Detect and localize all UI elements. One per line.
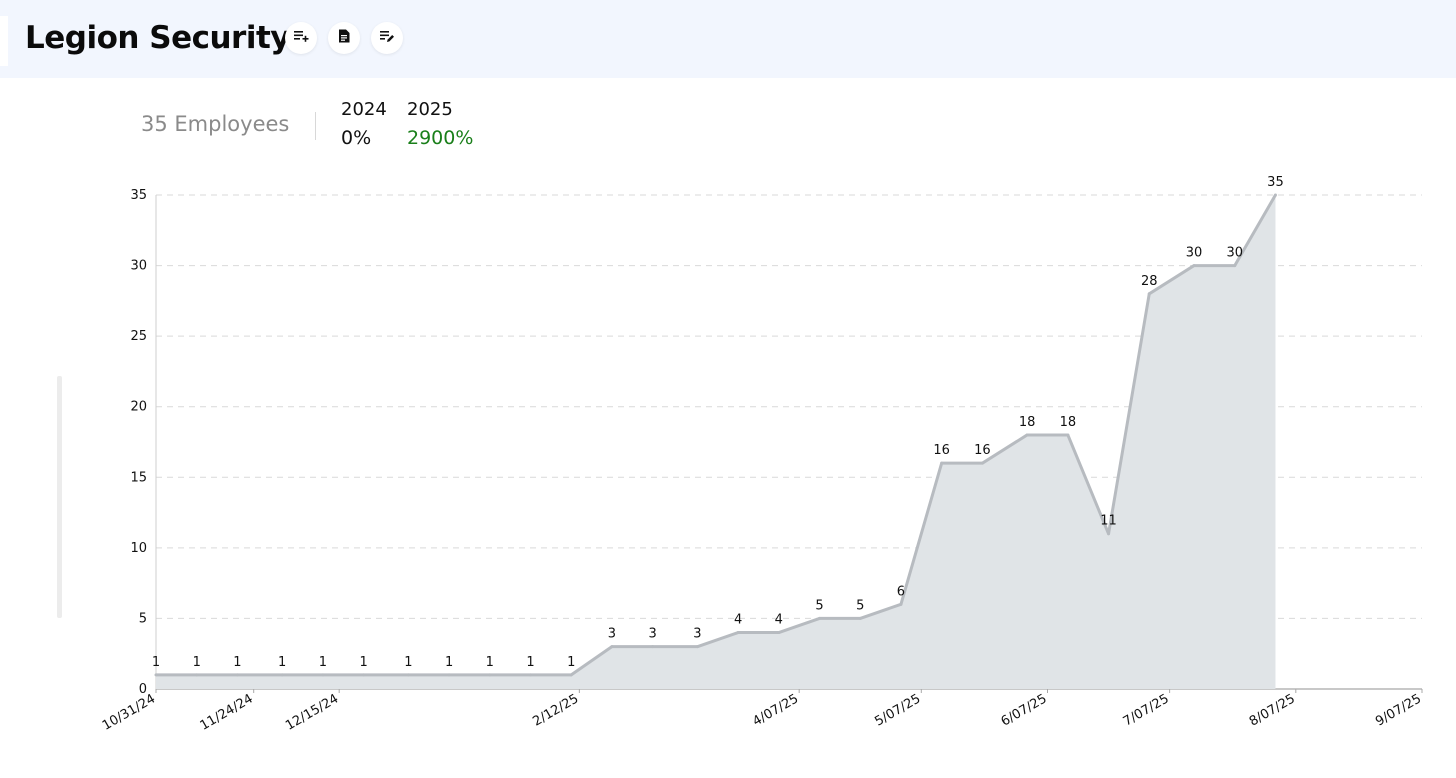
data-point xyxy=(651,645,655,649)
data-label: 30 xyxy=(1226,246,1243,261)
data-point xyxy=(1233,264,1237,268)
x-tick-label: 6/07/25 xyxy=(999,691,1050,729)
data-label: 5 xyxy=(815,598,823,613)
x-tick-label: 2/12/25 xyxy=(530,691,581,729)
data-point xyxy=(899,602,903,606)
data-point xyxy=(1273,193,1277,197)
data-point xyxy=(1025,433,1029,437)
data-point xyxy=(1147,292,1151,296)
data-point xyxy=(362,673,366,677)
data-point xyxy=(736,631,740,635)
x-tick-label: 10/31/24 xyxy=(100,691,158,733)
data-label: 1 xyxy=(445,655,453,670)
data-label: 35 xyxy=(1267,175,1284,190)
data-point xyxy=(321,673,325,677)
y-tick-label: 10 xyxy=(130,541,147,556)
data-point xyxy=(1066,433,1070,437)
y-tick-label: 25 xyxy=(130,329,147,344)
data-point xyxy=(154,673,158,677)
data-point xyxy=(235,673,239,677)
data-label: 3 xyxy=(608,627,616,642)
data-point xyxy=(280,673,284,677)
data-label: 30 xyxy=(1186,246,1203,261)
data-point xyxy=(488,673,492,677)
data-point xyxy=(777,631,781,635)
data-point xyxy=(610,645,614,649)
y-tick-label: 15 xyxy=(130,470,147,485)
data-point xyxy=(406,673,410,677)
data-point xyxy=(818,616,822,620)
x-tick-label: 7/07/25 xyxy=(1121,691,1172,729)
data-point xyxy=(695,645,699,649)
data-label: 18 xyxy=(1060,415,1077,430)
data-label: 1 xyxy=(359,655,367,670)
y-tick-label: 35 xyxy=(130,188,147,203)
data-label: 1 xyxy=(486,655,494,670)
data-label: 1 xyxy=(319,655,327,670)
data-label: 16 xyxy=(933,443,950,458)
x-tick-label: 12/15/24 xyxy=(283,691,341,733)
data-label: 28 xyxy=(1141,274,1158,289)
x-tick-label: 4/07/25 xyxy=(750,691,801,729)
data-label: 1 xyxy=(278,655,286,670)
data-point xyxy=(1192,264,1196,268)
data-point xyxy=(447,673,451,677)
data-label: 1 xyxy=(404,655,412,670)
data-point xyxy=(858,616,862,620)
y-tick-label: 20 xyxy=(130,400,147,415)
data-label: 1 xyxy=(193,655,201,670)
y-tick-label: 30 xyxy=(130,259,147,274)
data-point xyxy=(529,673,533,677)
data-label: 1 xyxy=(526,655,534,670)
y-tick-label: 5 xyxy=(139,611,147,626)
x-tick-label: 9/07/25 xyxy=(1373,691,1424,729)
data-label: 1 xyxy=(567,655,575,670)
data-label: 11 xyxy=(1100,514,1117,529)
data-label: 3 xyxy=(693,627,701,642)
data-point xyxy=(940,461,944,465)
area-fill xyxy=(156,195,1276,689)
data-label: 6 xyxy=(897,584,905,599)
data-point xyxy=(569,673,573,677)
data-point xyxy=(1107,532,1111,536)
data-label: 4 xyxy=(775,613,783,628)
data-label: 3 xyxy=(648,627,656,642)
x-tick-label: 11/24/24 xyxy=(198,691,256,733)
data-label: 4 xyxy=(734,613,742,628)
data-label: 18 xyxy=(1019,415,1036,430)
data-label: 5 xyxy=(856,598,864,613)
data-point xyxy=(195,673,199,677)
data-label: 1 xyxy=(152,655,160,670)
data-label: 1 xyxy=(233,655,241,670)
x-tick-label: 8/07/25 xyxy=(1247,691,1298,729)
x-tick-label: 5/07/25 xyxy=(872,691,923,729)
data-point xyxy=(980,461,984,465)
data-label: 16 xyxy=(974,443,991,458)
employee-growth-chart: 051015202530351 1 1 1 1 1 1 1 1 1 13 3 34 45 5616 1618 1… xyxy=(100,175,1424,734)
